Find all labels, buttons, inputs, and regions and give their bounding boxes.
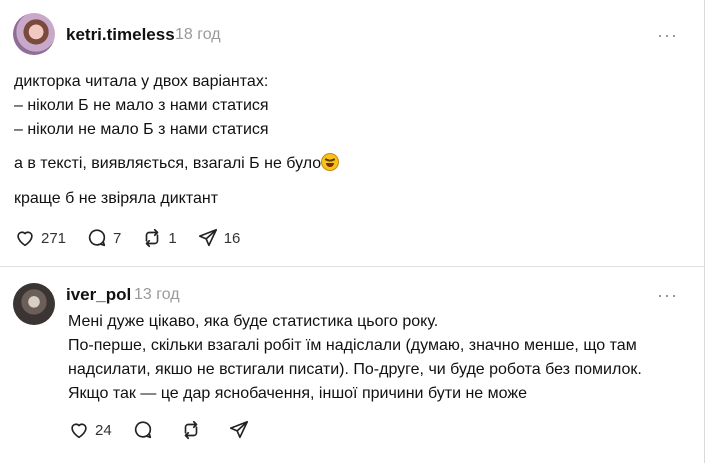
share-button[interactable]: 16 [197,227,241,249]
username[interactable]: ketri.timeless [66,25,175,45]
more-options-icon[interactable]: ··· [657,286,678,304]
like-count: 24 [95,421,112,439]
heart-icon [17,231,33,247]
post-text-line: По-перше, скільки взагалі робіт їм надіс… [68,337,637,354]
share-count: 16 [223,229,241,247]
post-text-line: – ніколи не мало Б з нами статися [14,121,269,138]
post-text: а в тексті, виявляється, взагалі Б не бу… [14,155,322,172]
timestamp[interactable]: 13 год [134,286,180,304]
thread-container: ketri.timeless 18 год ··· дикторка читал… [0,0,705,463]
like-button[interactable]: 271 [14,227,66,249]
heart-icon [71,423,87,439]
comment-icon [134,421,151,439]
action-bar: 24 [68,419,270,441]
post-text-line: Мені дуже цікаво, яка буде статистика ць… [68,313,439,330]
post: ketri.timeless 18 год ··· дикторка читал… [0,0,704,267]
repost-icon [146,228,159,248]
like-count: 271 [41,229,67,247]
post-text-line-with-emoji: а в тексті, виявляється, взагалі Б не бу… [14,152,340,176]
post-text-line: краще б не звіряла диктант [14,190,219,207]
like-button[interactable]: 24 [68,419,112,441]
post-text-line: – ніколи Б не мало з нами статися [14,97,269,114]
action-bar: 271 7 1 16 [14,227,260,249]
more-options-icon[interactable]: ··· [657,26,678,44]
share-button[interactable] [228,419,250,441]
repost-button[interactable]: 1 [141,227,177,249]
repost-icon [184,420,198,440]
repost-count: 1 [168,229,177,247]
post-text-line: дикторка читала у двох варіантах: [14,73,269,90]
comment-icon [88,229,106,247]
repost-button[interactable] [180,419,202,441]
timestamp[interactable]: 18 год [175,26,221,44]
laughing-emoji-icon [321,153,340,171]
comment-button[interactable] [132,419,154,441]
avatar[interactable] [13,283,55,325]
send-icon [198,228,217,247]
post-text-line: Якщо так — це дар яснобачення, іншої при… [68,385,527,402]
comment-button[interactable]: 7 [86,227,121,249]
post-text-line: надсилати, якшо не встигали писати). По-… [68,361,642,378]
username[interactable]: iver_pol [66,285,131,305]
avatar[interactable] [13,13,55,55]
comment-count: 7 [113,229,122,247]
send-icon [229,420,248,439]
